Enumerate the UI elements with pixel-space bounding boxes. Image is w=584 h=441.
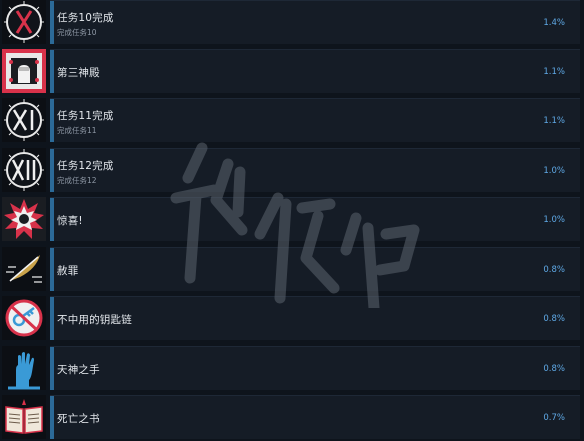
achievement-title: 任务11完成	[57, 110, 114, 122]
achievement-row[interactable]: 任务12完成 完成任务12 1.0%	[0, 148, 584, 194]
achievement-title: 死亡之书	[57, 413, 100, 425]
book-of-death-icon	[2, 395, 46, 439]
achievement-panel: 第三神殿 1.1%	[50, 49, 580, 93]
achievement-panel: 天神之手 0.8%	[50, 346, 580, 390]
progress-bar	[50, 198, 54, 241]
achievement-percent: 0.8%	[543, 265, 565, 275]
achievement-panel: 赦罪 0.8%	[50, 247, 580, 291]
feather-icon	[2, 247, 46, 291]
achievement-percent: 1.1%	[543, 116, 565, 126]
achievement-description: 完成任务12	[57, 176, 97, 185]
achievement-percent: 0.7%	[543, 413, 565, 423]
achievement-title: 天神之手	[57, 364, 100, 376]
achievement-row[interactable]: 赦罪 0.8%	[0, 247, 584, 293]
roman-xii-icon	[2, 148, 46, 192]
achievement-percent: 1.0%	[543, 166, 565, 176]
progress-bar	[50, 50, 54, 93]
achievement-row[interactable]: 第三神殿 1.1%	[0, 49, 584, 95]
raised-hand-icon	[2, 346, 46, 390]
achievement-row[interactable]: 任务10完成 完成任务10 1.4%	[0, 0, 584, 46]
achievement-title: 任务12完成	[57, 160, 114, 172]
achievement-panel: 不中用的钥匙链 0.8%	[50, 296, 580, 340]
achievement-title: 任务10完成	[57, 12, 114, 24]
achievement-row[interactable]: 惊喜! 1.0%	[0, 197, 584, 243]
achievement-description: 完成任务10	[57, 28, 97, 37]
achievement-row[interactable]: 天神之手 0.8%	[0, 346, 584, 392]
achievement-row[interactable]: 不中用的钥匙链 0.8%	[0, 296, 584, 342]
progress-bar	[50, 297, 54, 340]
broken-keychain-icon	[2, 296, 46, 340]
achievement-title: 赦罪	[57, 265, 79, 277]
achievement-percent: 0.8%	[543, 364, 565, 374]
progress-bar	[50, 149, 54, 192]
achievement-panel: 任务12完成 完成任务12 1.0%	[50, 148, 580, 192]
achievement-panel: 任务11完成 完成任务11 1.1%	[50, 98, 580, 142]
achievement-title: 不中用的钥匙链	[57, 314, 132, 326]
achievement-percent: 1.1%	[543, 67, 565, 77]
roman-x-icon	[2, 0, 46, 44]
progress-bar	[50, 248, 54, 291]
achievement-panel: 死亡之书 0.7%	[50, 395, 580, 439]
progress-bar	[50, 347, 54, 390]
achievement-title: 惊喜!	[57, 215, 83, 227]
achievement-row[interactable]: 死亡之书 0.7%	[0, 395, 584, 441]
progress-bar	[50, 1, 54, 44]
achievement-panel: 任务10完成 完成任务10 1.4%	[50, 0, 580, 44]
roman-xi-icon	[2, 98, 46, 142]
achievement-panel: 惊喜! 1.0%	[50, 197, 580, 241]
achievement-description: 完成任务11	[57, 126, 97, 135]
surprise-explosion-icon	[2, 197, 46, 241]
achievement-percent: 0.8%	[543, 314, 565, 324]
achievement-title: 第三神殿	[57, 67, 100, 79]
progress-bar	[50, 396, 54, 439]
progress-bar	[50, 99, 54, 142]
achievement-row[interactable]: 任务11完成 完成任务11 1.1%	[0, 98, 584, 144]
achievement-percent: 1.0%	[543, 215, 565, 225]
achievement-percent: 1.4%	[543, 18, 565, 28]
temple-fist-icon	[2, 49, 46, 93]
